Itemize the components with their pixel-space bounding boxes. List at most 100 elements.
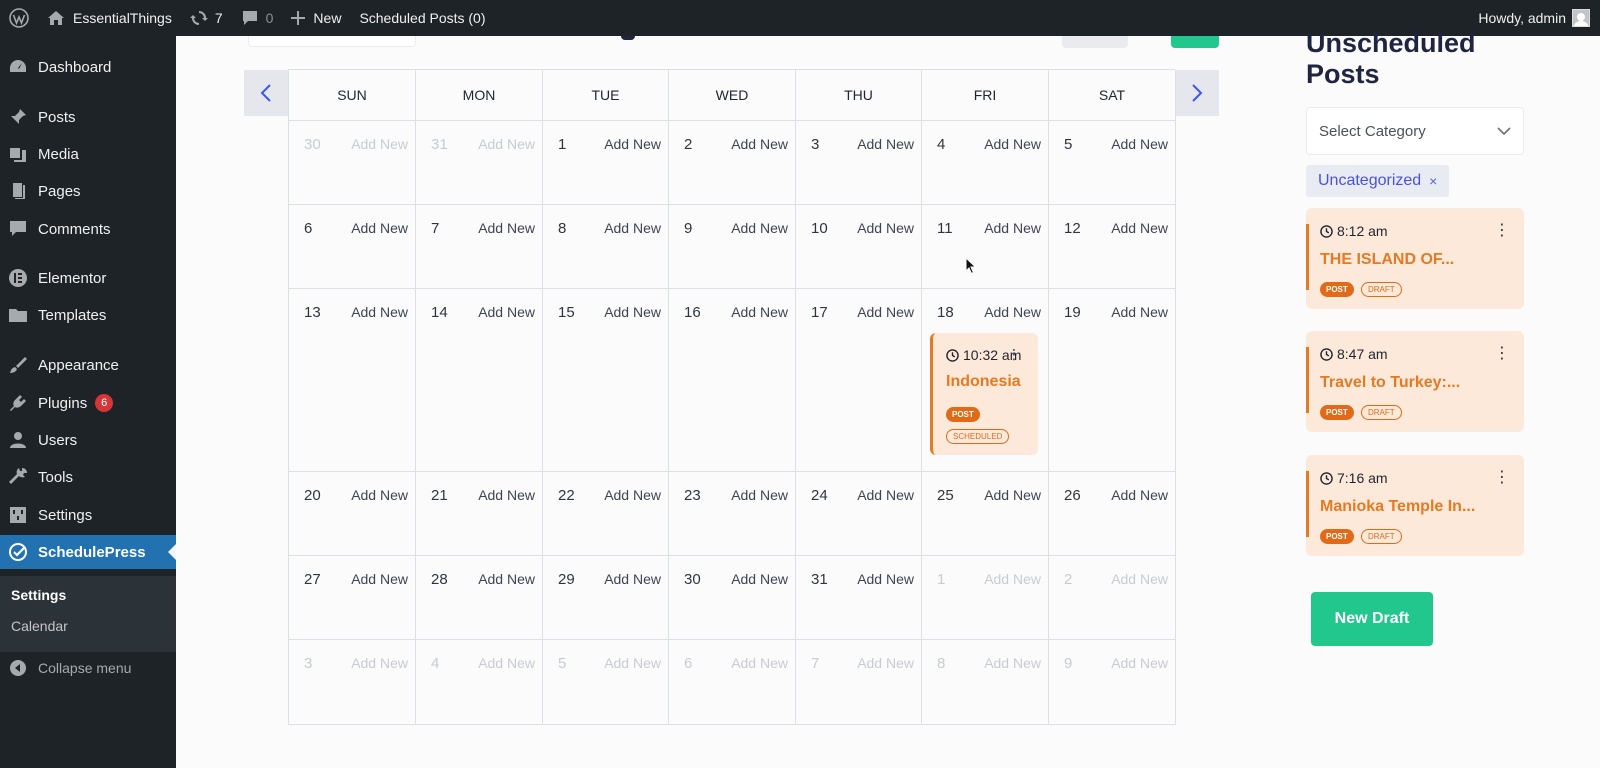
add-new-link[interactable]: Add New (984, 304, 1041, 320)
prev-month-button[interactable] (244, 70, 288, 116)
calendar-day-cell[interactable]: 15 Add New (543, 289, 669, 472)
add-new-link[interactable]: Add New (857, 304, 914, 320)
calendar-day-cell[interactable]: 26 Add New (1049, 472, 1176, 556)
add-new-link[interactable]: Add New (857, 655, 914, 671)
unscheduled-post-card[interactable]: 8:47 am ⋮ Travel to Turkey:... POST DRAF… (1306, 331, 1524, 432)
category-select[interactable]: Select Category (1306, 107, 1524, 155)
scheduled-event-card[interactable]: 10:32 am ⋮ Indonesia POST SCHEDULED (930, 333, 1038, 455)
add-new-link[interactable]: Add New (351, 220, 408, 236)
unscheduled-post-card[interactable]: 8:12 am ⋮ THE ISLAND OF... POST DRAFT (1306, 208, 1524, 309)
add-new-link[interactable]: Add New (731, 487, 788, 503)
add-new-link[interactable]: Add New (478, 220, 535, 236)
add-new-link[interactable]: Add New (857, 487, 914, 503)
add-new-link[interactable]: Add New (1111, 487, 1168, 503)
calendar-day-cell[interactable]: 9 Add New (1049, 640, 1176, 725)
event-title[interactable]: Indonesia (946, 373, 1021, 391)
calendar-day-cell[interactable]: 13 Add New (289, 289, 416, 472)
add-new-link[interactable]: Add New (351, 487, 408, 503)
calendar-day-cell[interactable]: 23 Add New (669, 472, 796, 556)
calendar-day-cell[interactable]: 30 Add New (289, 121, 416, 205)
calendar-day-cell[interactable]: 28 Add New (416, 556, 543, 640)
calendar-day-cell[interactable]: 30 Add New (669, 556, 796, 640)
new-content-link[interactable]: New (282, 0, 350, 36)
sidebar-item-dashboard[interactable]: Dashboard (0, 50, 176, 84)
add-new-link[interactable]: Add New (984, 571, 1041, 587)
calendar-day-cell[interactable]: 6 Add New (669, 640, 796, 725)
add-new-link[interactable]: Add New (1111, 220, 1168, 236)
add-new-link[interactable]: Add New (984, 655, 1041, 671)
submenu-item-calendar[interactable]: Calendar (11, 618, 68, 634)
sidebar-item-appearance[interactable]: Appearance (0, 348, 176, 382)
calendar-day-cell[interactable]: 8 Add New (543, 205, 669, 289)
add-new-link[interactable]: Add New (478, 487, 535, 503)
calendar-day-cell[interactable]: 2 Add New (669, 121, 796, 205)
add-new-link[interactable]: Add New (1111, 304, 1168, 320)
add-new-link[interactable]: Add New (604, 220, 661, 236)
add-new-link[interactable]: Add New (984, 220, 1041, 236)
more-options-icon[interactable]: ⋮ (1494, 220, 1510, 240)
calendar-day-cell[interactable]: 4 Add New (416, 640, 543, 725)
calendar-day-cell[interactable]: 25 Add New (922, 472, 1049, 556)
updates-link[interactable]: 7 (181, 0, 232, 36)
new-draft-button[interactable]: New Draft (1311, 592, 1433, 646)
calendar-day-cell[interactable]: 24 Add New (796, 472, 922, 556)
collapse-menu-button[interactable]: Collapse menu (0, 652, 176, 684)
sidebar-item-media[interactable]: Media (0, 137, 176, 171)
scheduled-posts-link[interactable]: Scheduled Posts (0) (350, 0, 494, 36)
sidebar-item-settings[interactable]: Settings (0, 498, 176, 532)
add-new-link[interactable]: Add New (478, 304, 535, 320)
calendar-day-cell[interactable]: 20 Add New (289, 472, 416, 556)
sidebar-item-tools[interactable]: Tools (0, 460, 176, 494)
add-new-link[interactable]: Add New (731, 136, 788, 152)
add-new-link[interactable]: Add New (351, 571, 408, 587)
add-new-link[interactable]: Add New (478, 136, 535, 152)
calendar-day-cell[interactable]: 3 Add New (289, 640, 416, 725)
calendar-day-cell[interactable]: 4 Add New (922, 121, 1049, 205)
submenu-item-settings[interactable]: Settings (11, 587, 66, 603)
sidebar-item-users[interactable]: Users (0, 423, 176, 457)
card-title[interactable]: Manioka Temple In... (1320, 498, 1475, 516)
add-new-link[interactable]: Add New (857, 136, 914, 152)
my-account-link[interactable]: Howdy, admin (1478, 9, 1600, 27)
add-new-link[interactable]: Add New (604, 487, 661, 503)
add-button-remnant[interactable] (1171, 36, 1219, 48)
add-new-link[interactable]: Add New (604, 655, 661, 671)
add-new-link[interactable]: Add New (1111, 655, 1168, 671)
calendar-day-cell[interactable]: 27 Add New (289, 556, 416, 640)
sidebar-item-posts[interactable]: Posts (0, 100, 176, 134)
calendar-day-cell[interactable]: 17 Add New (796, 289, 922, 472)
calendar-day-cell[interactable]: 1 Add New (922, 556, 1049, 640)
calendar-day-cell[interactable]: 14 Add New (416, 289, 543, 472)
card-title[interactable]: THE ISLAND OF... (1320, 251, 1454, 269)
more-options-icon[interactable]: ⋮ (1007, 346, 1021, 363)
add-new-link[interactable]: Add New (857, 571, 914, 587)
calendar-day-cell[interactable]: 29 Add New (543, 556, 669, 640)
add-new-link[interactable]: Add New (478, 655, 535, 671)
calendar-day-cell[interactable]: 8 Add New (922, 640, 1049, 725)
card-title[interactable]: Travel to Turkey:... (1320, 374, 1460, 392)
next-month-button[interactable] (1175, 70, 1219, 116)
unscheduled-post-card[interactable]: 7:16 am ⋮ Manioka Temple In... POST DRAF… (1306, 455, 1524, 556)
calendar-day-cell[interactable]: 19 Add New (1049, 289, 1176, 472)
calendar-day-cell[interactable]: 1 Add New (543, 121, 669, 205)
add-new-link[interactable]: Add New (351, 655, 408, 671)
calendar-day-cell[interactable]: 2 Add New (1049, 556, 1176, 640)
calendar-day-cell[interactable]: 31 Add New (796, 556, 922, 640)
add-new-link[interactable]: Add New (984, 487, 1041, 503)
sidebar-item-elementor[interactable]: Elementor (0, 261, 176, 295)
calendar-day-cell[interactable]: 6 Add New (289, 205, 416, 289)
add-new-link[interactable]: Add New (604, 571, 661, 587)
add-new-link[interactable]: Add New (1111, 136, 1168, 152)
wordpress-logo-icon[interactable] (0, 0, 38, 36)
calendar-day-cell[interactable]: 16 Add New (669, 289, 796, 472)
calendar-day-cell[interactable]: 31 Add New (416, 121, 543, 205)
calendar-day-cell[interactable]: 18 Add New 10:32 am ⋮ Indonesia POST SCHEDULED (922, 289, 1049, 472)
calendar-day-cell[interactable]: 12 Add New (1049, 205, 1176, 289)
today-button-remnant[interactable] (1062, 36, 1128, 48)
view-select-remnant[interactable] (248, 36, 416, 47)
chip-remove-icon[interactable]: × (1429, 173, 1437, 189)
add-new-link[interactable]: Add New (984, 136, 1041, 152)
comments-link[interactable]: 0 (232, 0, 283, 36)
calendar-day-cell[interactable]: 10 Add New (796, 205, 922, 289)
calendar-day-cell[interactable]: 3 Add New (796, 121, 922, 205)
